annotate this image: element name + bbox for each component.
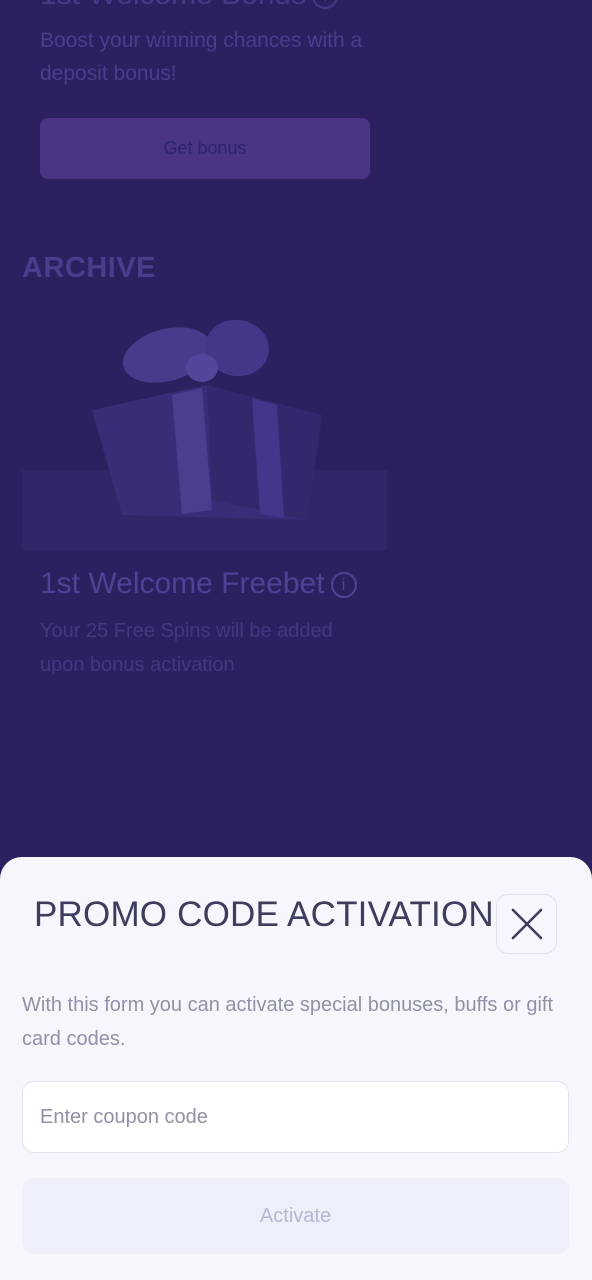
gift-box-icon [92, 319, 322, 520]
info-icon[interactable]: i [312, 0, 339, 10]
get-bonus-button[interactable]: Get bonus [40, 118, 370, 179]
close-button[interactable] [496, 894, 557, 954]
info-icon[interactable]: i [330, 572, 357, 599]
coupon-code-input[interactable] [22, 1081, 569, 1153]
archive-heading: ARCHIVE [22, 252, 157, 284]
sheet-title: PROMO CODE ACTIVATION [34, 895, 494, 934]
freebet-description: Your 25 Free Spins will be added upon bo… [40, 620, 333, 676]
activate-button[interactable]: Activate [22, 1178, 569, 1254]
freebet-title: 1st Welcome Freebet i [40, 567, 357, 601]
welcome-bonus-title: 1st Welcome Bonusi [40, 0, 339, 12]
close-icon [511, 908, 542, 940]
welcome-bonus-description: Boost your winning chances with a deposi… [40, 29, 363, 85]
freebet-card-image [22, 310, 387, 550]
promo-code-sheet: PROMO CODE ACTIVATION With this form you… [0, 857, 592, 1280]
sheet-description: With this form you can activate special … [22, 994, 553, 1050]
